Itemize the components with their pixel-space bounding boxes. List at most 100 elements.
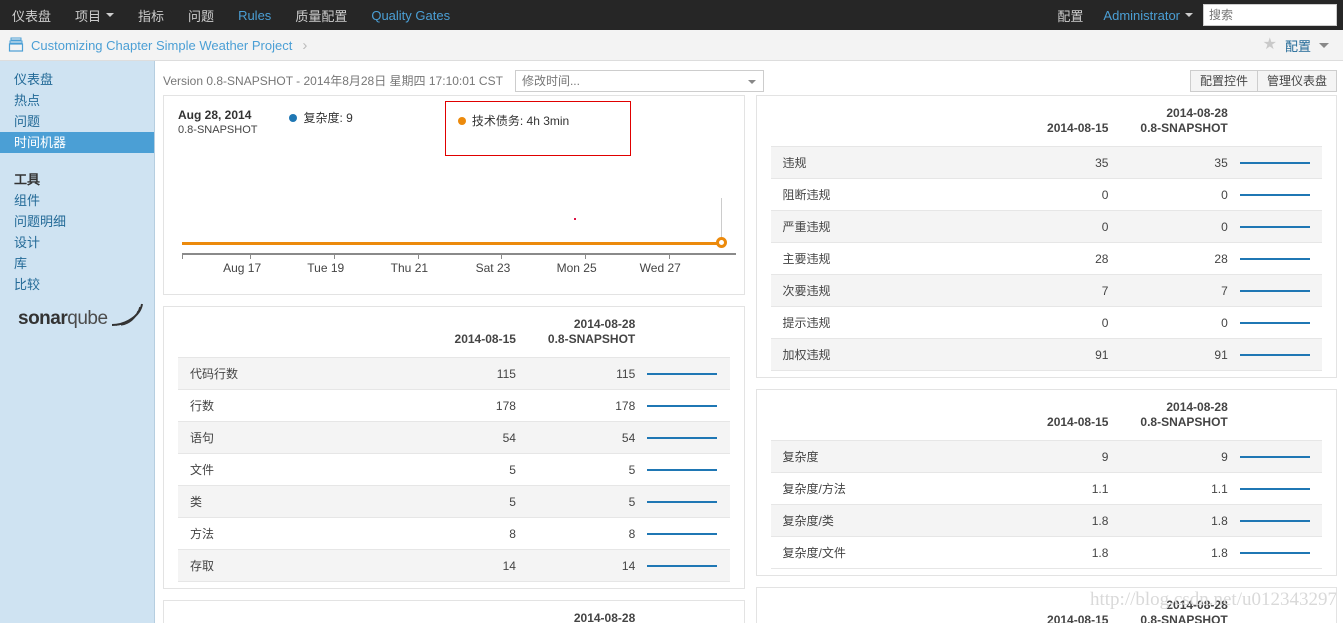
sparkline-icon bbox=[647, 532, 718, 535]
chart-legend-technical-debt[interactable]: 技术债务 : 4h 3min bbox=[457, 112, 618, 129]
page-body: 仪表盘 热点 问题 时间机器 工具 组件 问题明细 设计 库 比较 sonarq… bbox=[0, 61, 1343, 623]
cell-metric-name: 严重违规 bbox=[770, 210, 1003, 243]
size-metrics-widget: 2014-08-15 2014-08-28 0.8-SNAPSHOT 代码行数 1… bbox=[163, 306, 745, 589]
cell-metric-name: 行数 bbox=[178, 389, 410, 422]
cell-metric-name: 阻断违规 bbox=[770, 178, 1003, 211]
configure-widgets-button[interactable]: 配置控件 bbox=[1189, 69, 1258, 92]
cell-period1-value: 5 bbox=[409, 485, 520, 518]
nav-item-rules[interactable]: Rules bbox=[226, 0, 283, 30]
nav-item-dashboards[interactable]: 仪表盘 bbox=[0, 0, 63, 30]
cell-period2-value: 5 bbox=[519, 485, 642, 518]
table-row: 复杂度 9 9 bbox=[770, 440, 1322, 473]
chart-series-endpoint-marker[interactable] bbox=[715, 237, 727, 248]
cell-period1-value: 178 bbox=[409, 389, 520, 422]
table-row: 行数 178 178 bbox=[178, 389, 730, 422]
period-select[interactable]: 修改时间... bbox=[514, 69, 764, 92]
sidebar-item-libraries[interactable]: 库 bbox=[0, 253, 154, 274]
cell-metric-name: 语句 bbox=[178, 421, 410, 454]
widget-grid: Aug 28, 2014 0.8-SNAPSHOT 复杂度 : 9 技术债务:… bbox=[155, 95, 1343, 623]
column-header-period2-date: 2014-08-28 bbox=[573, 611, 636, 623]
manage-dashboards-label: 管理仪表盘 bbox=[1266, 74, 1327, 88]
column-header-period1: 2014-08-15 bbox=[1047, 121, 1109, 135]
complexity-metrics-table: 2014-08-15 2014-08-28 0.8-SNAPSHOT 复杂度 9 9… bbox=[770, 390, 1322, 569]
cell-period2-value: 35 bbox=[1112, 146, 1234, 179]
period-select-value: 修改时间... bbox=[521, 74, 580, 88]
sparkline-icon bbox=[1239, 257, 1310, 260]
sonarqube-logo: sonarqube bbox=[18, 303, 144, 330]
cell-period2-value: 91 bbox=[1112, 338, 1234, 371]
breadcrumb-project-link[interactable]: Customizing Chapter Simple Weather Proje… bbox=[31, 38, 292, 53]
nav-item-label: 项目 bbox=[75, 8, 102, 24]
cell-sparkline bbox=[641, 485, 730, 518]
chart-subtitle: 0.8-SNAPSHOT bbox=[178, 124, 258, 136]
cell-sparkline bbox=[641, 549, 730, 582]
nav-item-measures[interactable]: 指标 bbox=[126, 0, 176, 30]
cell-period1-value: 0 bbox=[1002, 306, 1113, 339]
sidebar-item-comparison[interactable]: 比较 bbox=[0, 274, 154, 295]
chart-legend-complexity[interactable]: 复杂度 : 9 bbox=[289, 109, 353, 126]
sidebar-item-dashboard[interactable]: 仪表盘 bbox=[0, 69, 154, 90]
chart-plot-area: Aug 17 Tue 19 Thu 21 Sat 23 Mon 25 Wed 27 bbox=[178, 188, 736, 294]
cell-sparkline bbox=[1233, 536, 1322, 569]
dashboard-header-actions: 配置控件 管理仪表盘 bbox=[1189, 69, 1337, 92]
column-header-period2-version: 0.8-SNAPSHOT bbox=[1140, 415, 1228, 429]
column-header-period2: 2014-08-28 0.8-SNAPSHOT bbox=[1112, 588, 1233, 623]
chart-header: Aug 28, 2014 0.8-SNAPSHOT 复杂度 : 9 技术债务:… bbox=[178, 101, 730, 156]
nav-item-quality-gates[interactable]: Quality Gates bbox=[359, 0, 462, 30]
project-config-link[interactable]: 配置 bbox=[1285, 36, 1311, 55]
sidebar-item-components[interactable]: 组件 bbox=[0, 190, 154, 211]
cell-sparkline bbox=[1233, 242, 1322, 275]
chart-x-tick-label: Wed 27 bbox=[639, 261, 681, 275]
sparkline-icon bbox=[1239, 551, 1310, 554]
nav-item-label: Administrator bbox=[1103, 7, 1180, 23]
manage-dashboards-button[interactable]: 管理仪表盘 bbox=[1257, 69, 1337, 92]
sidebar-item-time-machine[interactable]: 时间机器 bbox=[0, 132, 154, 153]
table-row: 语句 54 54 bbox=[178, 421, 730, 454]
table-row: 加权违规 91 91 bbox=[770, 338, 1322, 371]
coverage-metrics-widget: 2014-08-15 2014-08-28 0.8-SNAPSHOT 覆盖率 bbox=[755, 587, 1337, 623]
search-input[interactable] bbox=[1203, 4, 1337, 26]
sidebar-item-issues[interactable]: 问题 bbox=[0, 111, 154, 132]
cell-metric-name: 加权违规 bbox=[770, 338, 1003, 371]
bottom-left-metrics-table: 2014-08-15 2014-08-28 0.8-SNAPSHOT bbox=[178, 601, 730, 623]
chevron-down-icon[interactable] bbox=[1319, 42, 1329, 48]
cell-period1-value: 9 bbox=[1002, 440, 1113, 473]
cell-sparkline bbox=[641, 389, 730, 422]
sidebar-item-label: 设计 bbox=[14, 235, 41, 250]
logo-text-sonar: sonar bbox=[18, 308, 68, 329]
sidebar-section-tools-header: 工具 bbox=[14, 172, 41, 187]
cell-period2-value: 178 bbox=[519, 389, 642, 422]
chart-x-tick-label: Tue 19 bbox=[307, 261, 345, 275]
main-content: Version 0.8-SNAPSHOT - 2014年8月28日 星期四 17… bbox=[155, 61, 1343, 623]
table-header-row: 2014-08-15 2014-08-28 0.8-SNAPSHOT bbox=[771, 96, 1323, 147]
nav-item-issues[interactable]: 问题 bbox=[176, 0, 226, 30]
nav-item-user-menu[interactable]: Administrator bbox=[1093, 8, 1203, 23]
top-nav-items: 仪表盘 项目 指标 问题 Rules 质量配置 Quality Gates bbox=[0, 0, 462, 30]
legend-label-complexity: 复杂度 bbox=[303, 111, 340, 125]
sparkline-icon bbox=[647, 564, 718, 567]
column-header-period1: 2014-08-15 bbox=[454, 332, 516, 346]
cell-metric-name: 存取 bbox=[178, 549, 410, 582]
table-row: 文件 5 5 bbox=[178, 453, 730, 486]
table-row: 存取 14 14 bbox=[178, 549, 730, 582]
chart-x-tick-label: Mon 25 bbox=[556, 261, 597, 275]
dashboard-header: Version 0.8-SNAPSHOT - 2014年8月28日 星期四 17… bbox=[155, 61, 1343, 95]
sparkline-icon bbox=[1239, 289, 1310, 292]
cell-period2-value: 0 bbox=[1112, 178, 1234, 211]
nav-item-projects[interactable]: 项目 bbox=[63, 0, 126, 30]
sparkline-icon bbox=[647, 500, 718, 503]
sidebar-item-issue-drilldown[interactable]: 问题明细 bbox=[0, 211, 154, 232]
sparkline-icon bbox=[1239, 225, 1310, 228]
nav-item-settings[interactable]: 配置 bbox=[1047, 6, 1093, 25]
sidebar-item-label: 仪表盘 bbox=[14, 72, 54, 87]
sidebar-item-design[interactable]: 设计 bbox=[0, 232, 154, 253]
legend-colon: : bbox=[339, 110, 347, 125]
table-head: 2014-08-15 2014-08-28 0.8-SNAPSHOT bbox=[178, 307, 730, 358]
nav-item-quality-profiles[interactable]: 质量配置 bbox=[283, 0, 359, 30]
size-metrics-table: 2014-08-15 2014-08-28 0.8-SNAPSHOT 代码行数 1… bbox=[178, 307, 730, 582]
column-header-period2-date: 2014-08-28 bbox=[573, 317, 636, 331]
sidebar-item-hotspots[interactable]: 热点 bbox=[0, 90, 154, 111]
cell-sparkline bbox=[641, 517, 730, 550]
cell-period1-value: 5 bbox=[409, 453, 520, 486]
favorite-star-icon[interactable]: ★ bbox=[1263, 37, 1277, 53]
